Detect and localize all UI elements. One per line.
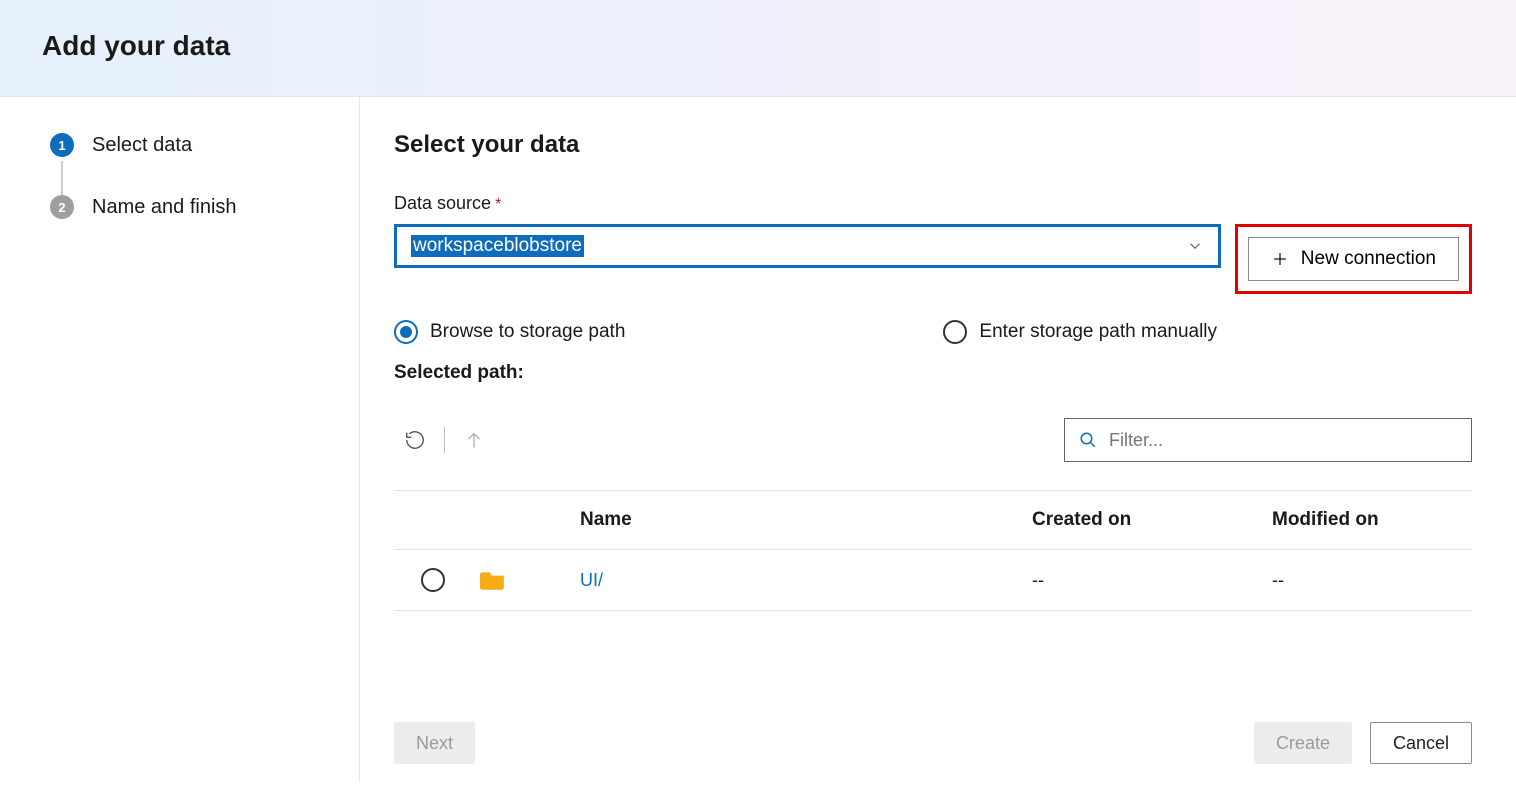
col-header-created[interactable]: Created on — [1032, 509, 1272, 531]
toolbar-left — [394, 427, 485, 453]
new-connection-label: New connection — [1301, 248, 1436, 270]
filter-input[interactable] — [1109, 430, 1457, 451]
data-source-field: Data source* — [394, 193, 1472, 214]
data-source-row: workspaceblobstore New connection — [394, 224, 1472, 294]
radio-label: Browse to storage path — [430, 321, 625, 343]
cancel-button[interactable]: Cancel — [1370, 722, 1472, 764]
col-header-name[interactable]: Name — [580, 509, 1032, 531]
data-source-label: Data source — [394, 193, 491, 213]
step-connector — [61, 161, 63, 199]
plus-icon — [1271, 250, 1289, 268]
filter-box[interactable] — [1064, 418, 1472, 462]
radio-enter-path-manually[interactable]: Enter storage path manually — [943, 320, 1217, 344]
table-row[interactable]: UI/ -- -- — [394, 550, 1472, 611]
wizard-step-name-finish[interactable]: 2 Name and finish — [50, 195, 335, 219]
next-button[interactable]: Next — [394, 722, 475, 764]
required-asterisk: * — [495, 196, 501, 213]
radio-browse-storage-path[interactable]: Browse to storage path — [394, 320, 625, 344]
step-label: Name and finish — [92, 196, 237, 219]
row-select-radio[interactable] — [421, 568, 445, 592]
page-title: Add your data — [42, 30, 1474, 62]
data-source-value: workspaceblobstore — [411, 235, 584, 257]
radio-indicator — [943, 320, 967, 344]
panel-heading: Select your data — [394, 131, 1472, 159]
step-number-badge: 2 — [50, 195, 74, 219]
wizard-sidebar: 1 Select data 2 Name and finish — [0, 97, 360, 782]
main-panel: Select your data Data source* workspaceb… — [360, 97, 1516, 782]
wizard-footer: Next Create Cancel — [394, 632, 1472, 764]
create-button[interactable]: Create — [1254, 722, 1352, 764]
row-modified: -- — [1272, 570, 1472, 591]
selected-path-label: Selected path: — [394, 362, 1472, 384]
toolbar-divider — [444, 427, 445, 453]
path-table: Name Created on Modified on UI/ -- -- — [394, 490, 1472, 611]
refresh-icon[interactable] — [404, 429, 426, 451]
page-header-banner: Add your data — [0, 0, 1516, 97]
step-number-badge: 1 — [50, 133, 74, 157]
browser-toolbar — [394, 418, 1472, 462]
radio-label: Enter storage path manually — [979, 321, 1217, 343]
new-connection-highlight: New connection — [1235, 224, 1472, 294]
table-header: Name Created on Modified on — [394, 490, 1472, 550]
wizard-step-select-data[interactable]: 1 Select data — [50, 133, 335, 195]
row-name-link[interactable]: UI/ — [580, 570, 603, 590]
data-source-select[interactable]: workspaceblobstore — [394, 224, 1221, 268]
col-header-modified[interactable]: Modified on — [1272, 509, 1472, 531]
step-label: Select data — [92, 134, 192, 157]
search-icon — [1079, 431, 1097, 449]
up-arrow-icon — [463, 429, 485, 451]
folder-icon — [480, 570, 506, 590]
radio-indicator — [394, 320, 418, 344]
row-created: -- — [1032, 570, 1272, 591]
content-wrapper: 1 Select data 2 Name and finish Select y… — [0, 97, 1516, 782]
chevron-down-icon — [1186, 237, 1204, 255]
storage-path-mode-group: Browse to storage path Enter storage pat… — [394, 320, 1472, 344]
new-connection-button[interactable]: New connection — [1248, 237, 1459, 281]
